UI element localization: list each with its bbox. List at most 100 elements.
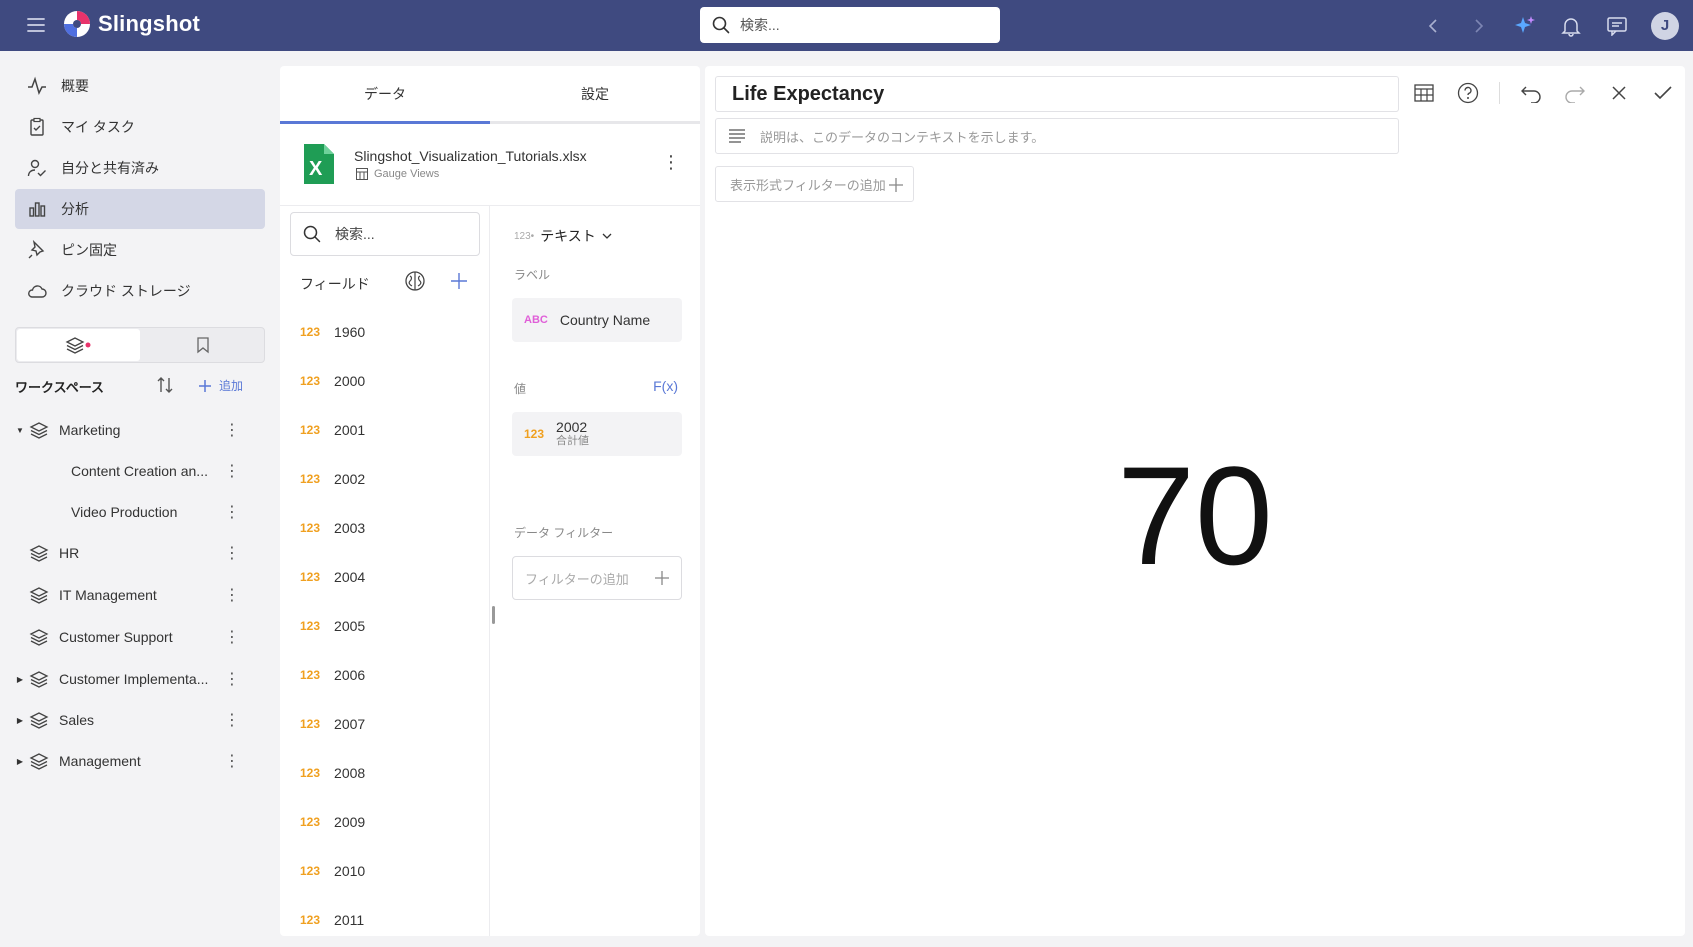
more-options-icon[interactable]: ⋮ bbox=[224, 544, 240, 562]
datasource-more-icon[interactable]: ⋮ bbox=[662, 152, 680, 173]
nav-item-my-tasks[interactable]: マイ タスク bbox=[15, 107, 265, 147]
sort-icon[interactable] bbox=[155, 375, 175, 400]
global-search-input[interactable] bbox=[740, 17, 980, 33]
data-editor-panel: データ 設定 X Slingshot_Visualization_Tutoria… bbox=[280, 66, 700, 936]
bookmark-icon bbox=[196, 337, 209, 354]
workspace-item-management[interactable]: ▶ Management ⋮ bbox=[15, 743, 260, 779]
more-options-icon[interactable]: ⋮ bbox=[224, 462, 240, 480]
ai-sparkle-icon[interactable] bbox=[1513, 14, 1537, 38]
global-search[interactable] bbox=[700, 7, 1000, 43]
field-item[interactable]: 123 2011 bbox=[300, 906, 364, 934]
more-options-icon[interactable]: ⋮ bbox=[224, 421, 240, 439]
field-item[interactable]: 123 2001 bbox=[300, 416, 365, 444]
undo-icon[interactable] bbox=[1518, 80, 1544, 106]
layers-icon bbox=[29, 752, 49, 770]
help-icon[interactable] bbox=[1455, 80, 1481, 106]
redo-icon[interactable] bbox=[1562, 80, 1588, 106]
activity-icon bbox=[28, 76, 46, 96]
nav-item-cloud-storage[interactable]: クラウド ストレージ bbox=[15, 271, 265, 311]
user-avatar[interactable]: J bbox=[1651, 11, 1679, 40]
nav-item-label: 概要 bbox=[61, 78, 89, 94]
workspaces-toggle[interactable] bbox=[17, 329, 140, 361]
caret-down-icon[interactable]: ▼ bbox=[15, 426, 25, 435]
nav-item-overview[interactable]: 概要 bbox=[15, 66, 265, 106]
add-data-filter-label: フィルターの追加 bbox=[525, 571, 629, 587]
nav-item-analytics[interactable]: 分析 bbox=[15, 189, 265, 229]
top-actions: J bbox=[1421, 0, 1679, 51]
visualization-type-selector[interactable]: 123• テキスト bbox=[514, 226, 612, 246]
visualization-description-input[interactable]: 説明は、このデータのコンテキストを示します。 bbox=[715, 118, 1399, 154]
more-options-icon[interactable]: ⋮ bbox=[224, 752, 240, 770]
tab-settings[interactable]: 設定 bbox=[490, 66, 700, 121]
add-data-filter-button[interactable]: フィルターの追加 bbox=[512, 556, 682, 600]
field-name: 2004 bbox=[334, 569, 366, 585]
close-icon[interactable] bbox=[1606, 80, 1632, 106]
field-search-input[interactable] bbox=[335, 226, 465, 242]
grid-table-icon[interactable] bbox=[1411, 80, 1437, 106]
field-item[interactable]: 123 2005 bbox=[300, 612, 365, 640]
caret-right-icon[interactable]: ▶ bbox=[15, 675, 25, 684]
bookmarks-toggle[interactable] bbox=[141, 328, 264, 362]
excel-file-icon: X bbox=[304, 144, 334, 184]
field-item[interactable]: 123 1960 bbox=[300, 318, 365, 346]
workspace-item-content-creation[interactable]: Content Creation an... ⋮ bbox=[15, 453, 260, 489]
brain-icon[interactable] bbox=[404, 270, 426, 297]
search-icon bbox=[712, 16, 730, 34]
field-search[interactable] bbox=[290, 212, 480, 256]
caret-right-icon[interactable]: ▶ bbox=[15, 757, 25, 766]
nav-item-pinned[interactable]: ピン固定 bbox=[15, 230, 265, 270]
workspace-item-customer-implementation[interactable]: ▶ Customer Implementa... ⋮ bbox=[15, 661, 260, 697]
layers-icon bbox=[29, 421, 49, 439]
label-field-pill[interactable]: ABC Country Name bbox=[512, 298, 682, 342]
forward-arrow-icon[interactable] bbox=[1467, 14, 1491, 38]
field-item[interactable]: 123 2002 bbox=[300, 465, 365, 493]
more-options-icon[interactable]: ⋮ bbox=[224, 670, 240, 688]
field-item[interactable]: 123 2000 bbox=[300, 367, 365, 395]
field-name: 2005 bbox=[334, 618, 366, 634]
field-item[interactable]: 123 2006 bbox=[300, 661, 365, 689]
app-logo[interactable]: Slingshot bbox=[62, 9, 200, 39]
formula-button[interactable]: F(x) bbox=[653, 378, 678, 394]
field-item[interactable]: 123 2010 bbox=[300, 857, 365, 885]
number-type-badge: 123 bbox=[300, 374, 321, 388]
number-type-badge: 123 bbox=[524, 427, 545, 441]
workspace-item-video-production[interactable]: Video Production ⋮ bbox=[15, 494, 260, 530]
field-item[interactable]: 123 2007 bbox=[300, 710, 365, 738]
more-options-icon[interactable]: ⋮ bbox=[224, 711, 240, 729]
field-name: 2008 bbox=[334, 765, 366, 781]
workspace-item-hr[interactable]: HR ⋮ bbox=[15, 535, 260, 571]
more-options-icon[interactable]: ⋮ bbox=[224, 628, 240, 646]
chat-icon[interactable] bbox=[1605, 14, 1629, 38]
caret-right-icon[interactable]: ▶ bbox=[15, 716, 25, 725]
more-options-icon[interactable]: ⋮ bbox=[224, 586, 240, 604]
workspace-label: Marketing bbox=[59, 422, 121, 438]
confirm-check-icon[interactable] bbox=[1650, 80, 1676, 106]
hamburger-menu-icon[interactable] bbox=[24, 14, 48, 36]
nav-item-shared-with-me[interactable]: 自分と共有済み bbox=[15, 148, 265, 188]
add-workspace-button[interactable]: 追加 bbox=[197, 377, 243, 394]
workspaces-header: ワークスペース 追加 bbox=[15, 371, 265, 401]
bell-icon[interactable] bbox=[1559, 14, 1583, 38]
back-arrow-icon[interactable] bbox=[1421, 14, 1445, 38]
field-item[interactable]: 123 2008 bbox=[300, 759, 365, 787]
add-visualization-filter-button[interactable]: 表示形式フィルターの追加 bbox=[715, 166, 914, 202]
workspace-item-it-management[interactable]: IT Management ⋮ bbox=[15, 577, 260, 613]
add-field-icon[interactable] bbox=[448, 270, 470, 297]
nav-item-label: 自分と共有済み bbox=[61, 160, 159, 176]
tab-data[interactable]: データ bbox=[280, 66, 490, 124]
field-item[interactable]: 123 2009 bbox=[300, 808, 365, 836]
more-options-icon[interactable]: ⋮ bbox=[224, 503, 240, 521]
workspace-item-sales[interactable]: ▶ Sales ⋮ bbox=[15, 702, 260, 738]
workspace-label: IT Management bbox=[59, 587, 157, 603]
field-name: 2001 bbox=[334, 422, 366, 438]
workspace-item-marketing[interactable]: ▼ Marketing ⋮ bbox=[15, 412, 260, 448]
field-item[interactable]: 123 2003 bbox=[300, 514, 365, 542]
number-type-badge: 123 bbox=[300, 325, 321, 339]
field-item[interactable]: 123 2004 bbox=[300, 563, 365, 591]
field-name: 2000 bbox=[334, 373, 366, 389]
value-field-pill[interactable]: 123 2002 合計値 bbox=[512, 412, 682, 456]
workspace-item-customer-support[interactable]: Customer Support ⋮ bbox=[15, 619, 260, 655]
slingshot-logo-icon bbox=[64, 11, 90, 37]
description-placeholder: 説明は、このデータのコンテキストを示します。 bbox=[760, 129, 1045, 145]
visualization-title-input[interactable]: Life Expectancy bbox=[715, 76, 1399, 112]
